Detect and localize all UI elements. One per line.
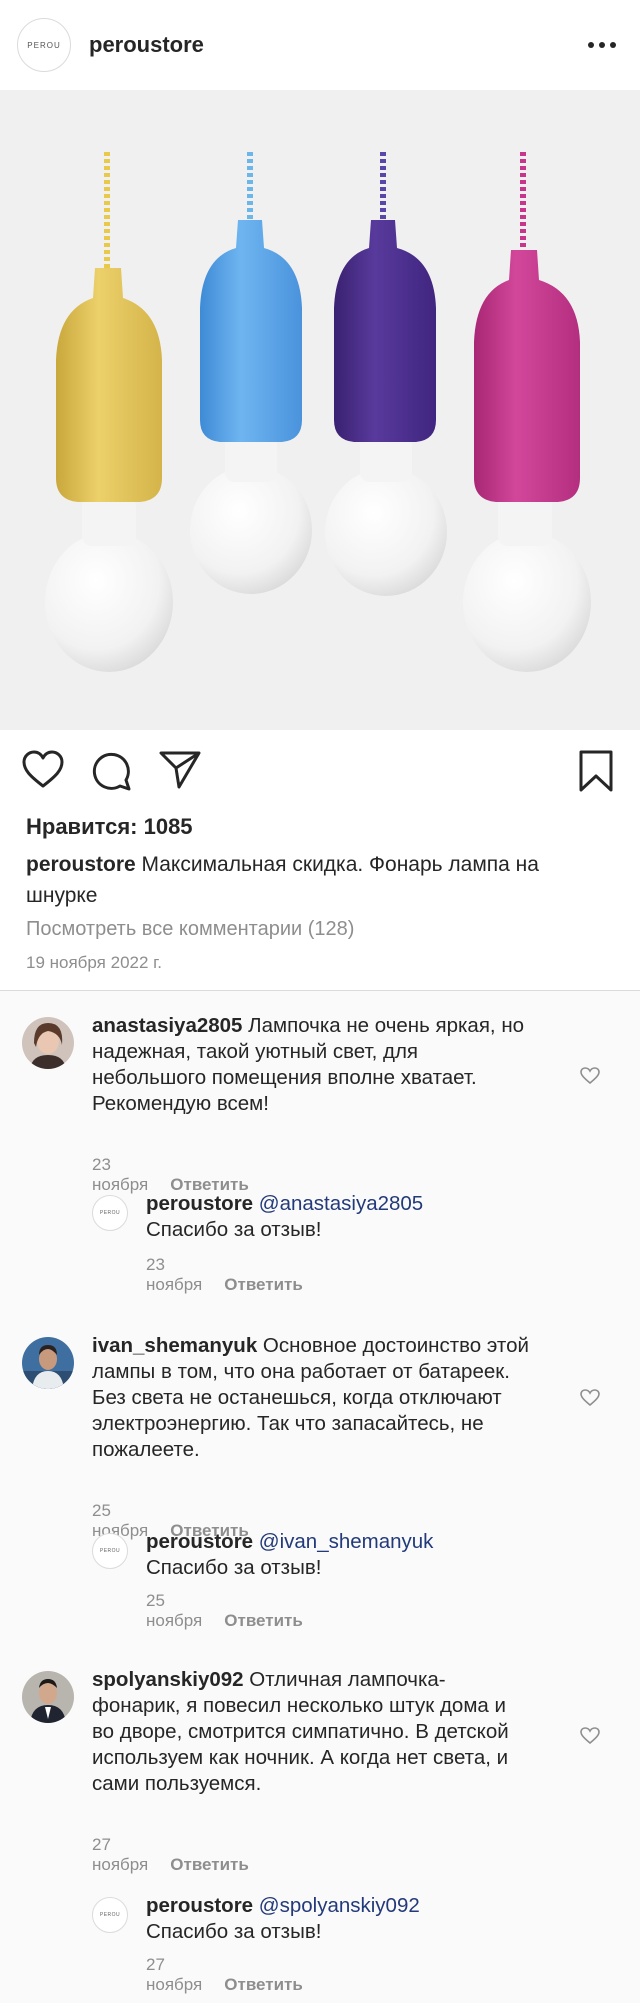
view-all-comments-link[interactable]: Посмотреть все комментарии (128) [26,918,354,941]
heart-icon[interactable] [22,750,64,790]
heart-icon[interactable] [580,1727,600,1745]
comment-text: ivan_shemanyuk Основное достоинство этой… [92,1334,529,1461]
store-avatar[interactable]: PEROU [92,1897,128,1933]
comment-username[interactable]: ivan_shemanyuk [92,1334,257,1357]
post-header: PEROU peroustore [0,0,640,90]
comment-username[interactable]: spolyanskiy092 [92,1668,244,1691]
reply-date: 23 ноября [146,1255,203,1294]
reply-username[interactable]: peroustore [146,1530,253,1553]
store-avatar[interactable]: PEROU [92,1533,128,1569]
comment-text: spolyanskiy092 Отличная лампочка-фонарик… [92,1668,509,1795]
store-avatar[interactable]: PEROU [92,1195,128,1231]
comment-date: 27 ноября [92,1835,149,1874]
store-avatar[interactable]: PEROU [17,18,71,72]
purple-lamp [325,152,447,596]
comment-meta: 27 ноября Ответить [92,1835,249,1875]
comment-text: anastasiya2805 Лампочка не очень яркая, … [92,1014,525,1115]
heart-icon[interactable] [580,1067,600,1085]
comment-username[interactable]: anastasiya2805 [92,1014,242,1037]
post-caption: peroustore Максимальная скидка. Фонарь л… [26,849,616,911]
mention-link[interactable]: @spolyanskiy092 [259,1894,420,1917]
likes-count[interactable]: Нравится: 1085 [26,814,193,840]
avatar[interactable] [22,1337,74,1389]
reply-text: peroustore @ivan_shemanyuk Спасибо за отз… [146,1530,434,1579]
reply-date: 27 ноября [146,1955,203,1994]
reply-text: peroustore @anastasiya2805 Спасибо за отз… [146,1192,424,1241]
reply-date: 25 ноября [146,1591,203,1630]
share-icon[interactable] [159,750,201,790]
comment-meta: 23 ноября Ответить [92,1155,249,1195]
blue-lamp [190,152,312,594]
yellow-lamp [45,152,173,672]
reply-button[interactable]: Ответить [224,1611,303,1630]
pink-lamp [463,152,591,672]
comments-section: anastasiya2805 Лампочка не очень яркая, … [0,991,640,2003]
mention-link[interactable]: @anastasiya2805 [259,1192,423,1215]
post-image[interactable] [0,90,640,730]
comment-icon[interactable] [91,750,133,792]
more-horizontal-icon[interactable] [588,42,618,50]
comment-date: 25 ноября [92,1501,149,1540]
comment-date: 23 ноября [92,1155,149,1194]
reply-button[interactable]: Ответить [224,1975,303,1994]
reply-button[interactable]: Ответить [170,1855,249,1874]
reply-meta: 23 ноября Ответить [146,1255,303,1295]
reply-text: peroustore @spolyanskiy092 Спасибо за отз… [146,1894,420,1943]
reply-button[interactable]: Ответить [224,1275,303,1294]
heart-icon[interactable] [580,1389,600,1407]
reply-meta: 27 ноября Ответить [146,1955,303,1995]
header-username[interactable]: peroustore [89,32,204,58]
reply-username[interactable]: peroustore [146,1192,253,1215]
bookmark-icon[interactable] [578,750,614,792]
store-logo-text: PEROU [27,40,61,50]
avatar[interactable] [22,1017,74,1069]
post-date: 19 ноября 2022 г. [26,953,162,972]
avatar[interactable] [22,1671,74,1723]
caption-username[interactable]: peroustore [26,853,136,876]
reply-meta: 25 ноября Ответить [146,1591,303,1631]
reply-username[interactable]: peroustore [146,1894,253,1917]
lamps-illustration [45,152,591,672]
mention-link[interactable]: @ivan_shemanyuk [259,1530,434,1553]
post-actions [0,730,640,810]
